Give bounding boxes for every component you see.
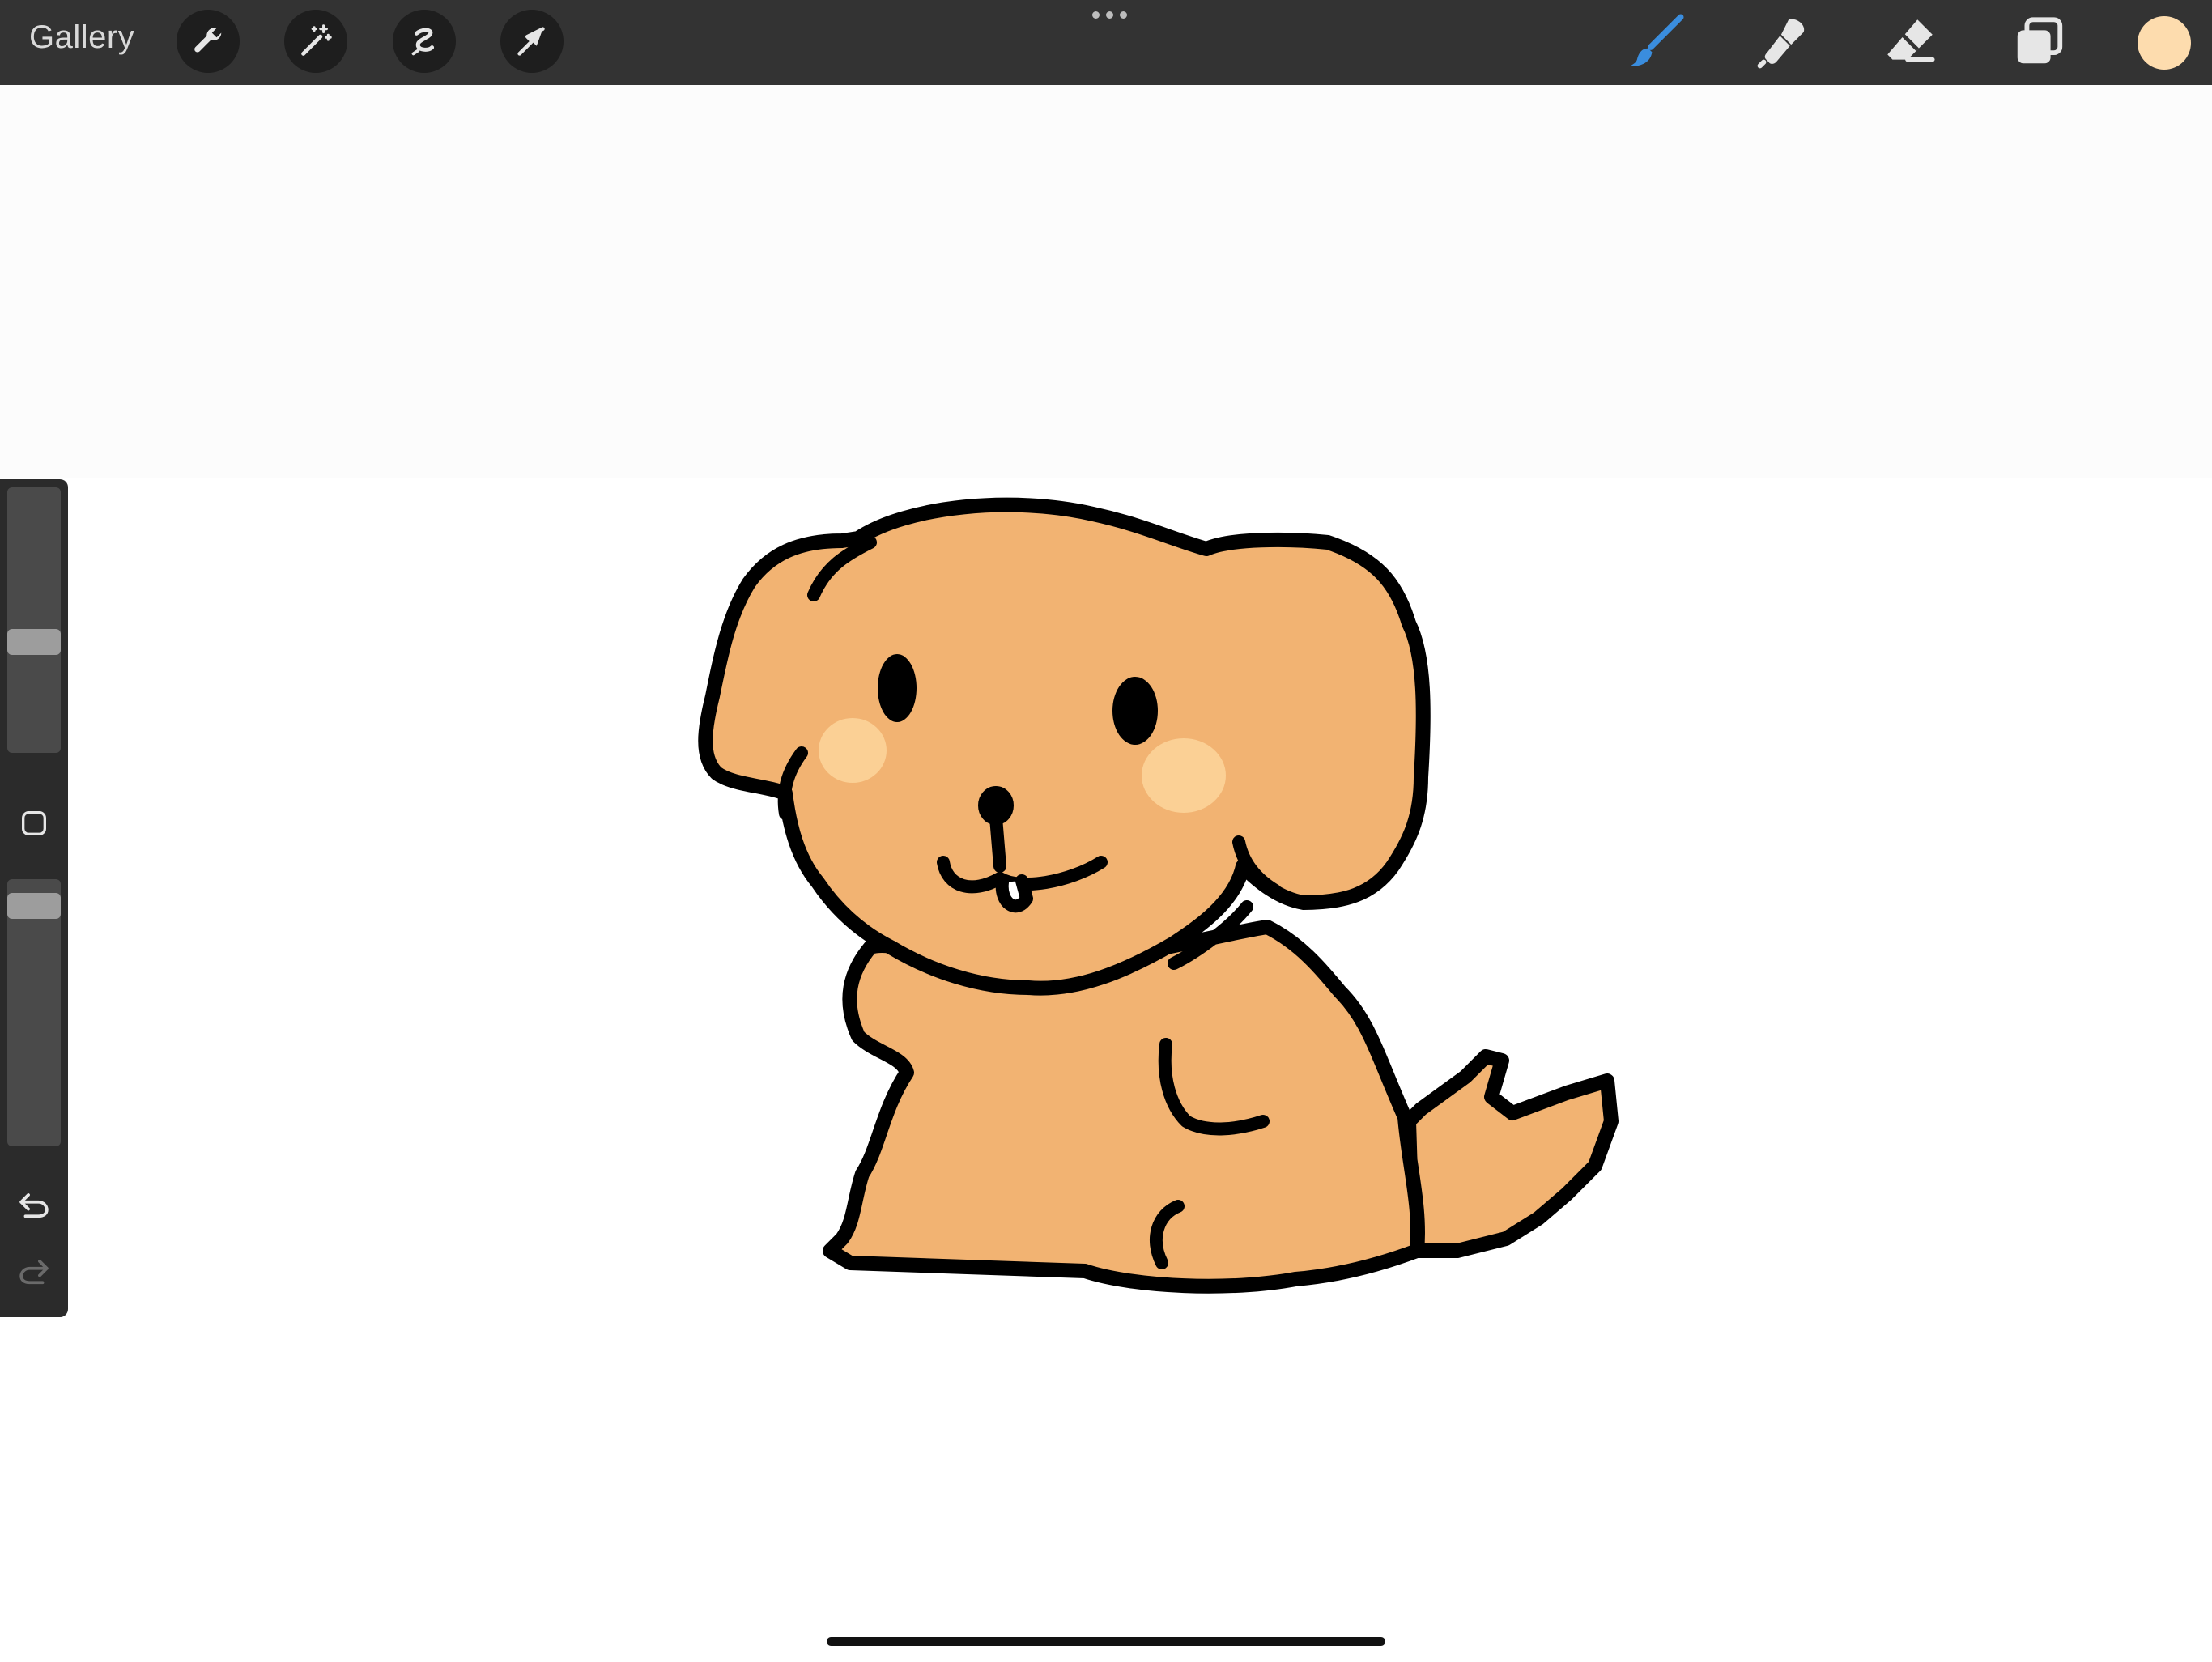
magic-wand-icon bbox=[301, 24, 332, 56]
undo-button[interactable] bbox=[14, 1186, 54, 1226]
selection-button[interactable] bbox=[393, 10, 456, 73]
dot bbox=[1105, 11, 1113, 19]
transform-button[interactable] bbox=[500, 10, 564, 73]
left-cheek bbox=[819, 718, 887, 783]
redo-icon bbox=[19, 1260, 49, 1285]
smudge-icon bbox=[1757, 19, 1805, 69]
nose-line bbox=[989, 811, 1006, 873]
redo-button[interactable] bbox=[14, 1252, 54, 1293]
adjustments-button[interactable] bbox=[284, 10, 347, 73]
opacity-slider[interactable] bbox=[7, 879, 61, 1146]
undo-icon bbox=[19, 1193, 49, 1218]
right-eye bbox=[1112, 677, 1158, 745]
dot bbox=[1119, 11, 1127, 19]
home-indicator[interactable] bbox=[827, 1637, 1385, 1646]
smudge-button[interactable] bbox=[1751, 10, 1816, 74]
brush-size-thumb[interactable] bbox=[7, 629, 61, 655]
tail bbox=[1402, 1049, 1619, 1258]
square-modify-icon bbox=[22, 811, 46, 835]
gallery-button[interactable]: Gallery bbox=[29, 19, 134, 56]
color-picker-swatch[interactable] bbox=[2138, 16, 2191, 70]
opacity-thumb[interactable] bbox=[7, 893, 61, 919]
actions-button[interactable] bbox=[177, 10, 240, 73]
more-options-dots[interactable] bbox=[1089, 11, 1129, 28]
head bbox=[698, 497, 1431, 996]
puppy-drawing bbox=[698, 497, 1619, 1294]
right-cheek bbox=[1142, 738, 1226, 813]
brush-icon bbox=[1631, 14, 1684, 66]
left-sidebar bbox=[0, 479, 68, 1317]
left-eye bbox=[878, 654, 917, 722]
eraser-icon bbox=[1887, 19, 1935, 62]
arrow-cursor-icon bbox=[517, 27, 545, 56]
erase-button[interactable] bbox=[1878, 10, 1942, 74]
body bbox=[823, 920, 1425, 1294]
layers-button[interactable] bbox=[2006, 10, 2071, 74]
dot bbox=[1091, 11, 1100, 19]
canvas-upper-area bbox=[0, 85, 2212, 478]
tongue bbox=[995, 874, 1033, 913]
layers-icon bbox=[2017, 17, 2063, 64]
paint-button[interactable] bbox=[1623, 10, 1688, 74]
modify-button[interactable] bbox=[18, 807, 50, 840]
top-toolbar: Gallery bbox=[0, 0, 2212, 85]
selection-s-icon bbox=[411, 28, 435, 56]
brush-size-slider[interactable] bbox=[7, 487, 61, 753]
wrench-icon bbox=[194, 28, 222, 53]
drawing-canvas[interactable] bbox=[0, 478, 2212, 1658]
